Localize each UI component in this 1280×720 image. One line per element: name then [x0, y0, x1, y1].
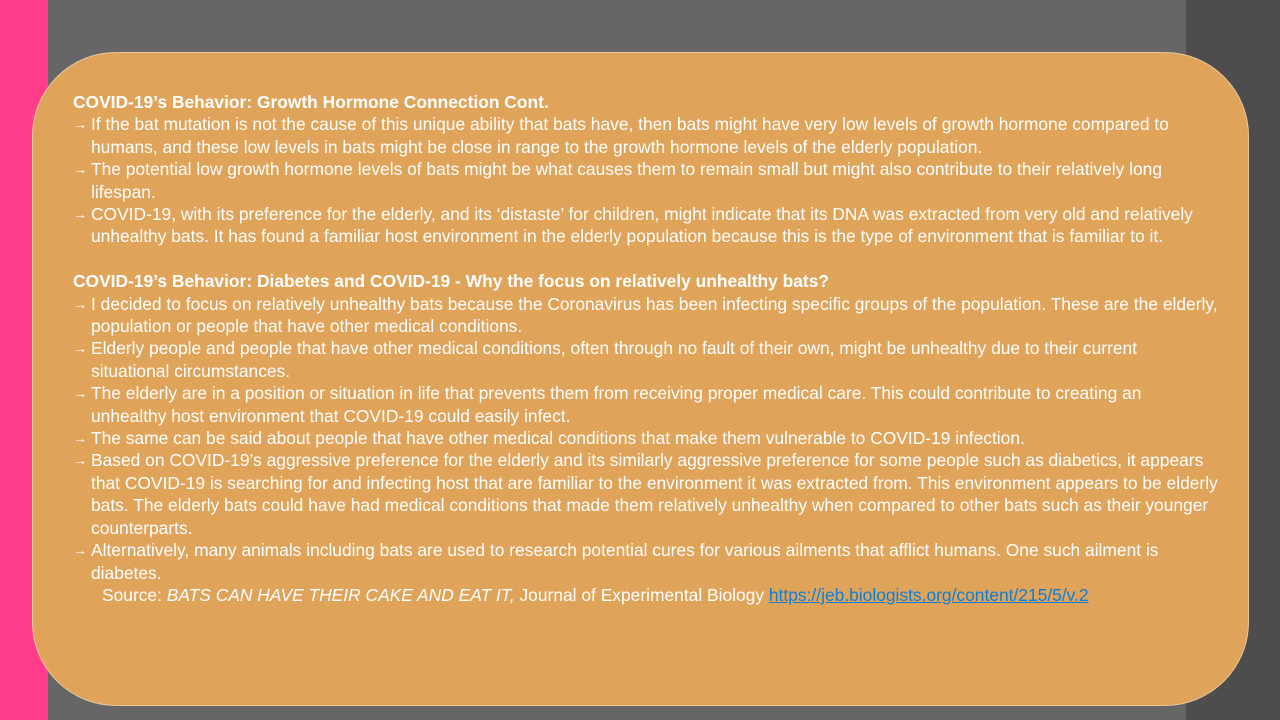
source-journal: Journal of Experimental Biology	[514, 584, 769, 605]
list-item: → Alternatively, many animals including …	[73, 539, 1218, 584]
section-heading-growth-hormone: COVID-19’s Behavior: Growth Hormone Conn…	[73, 92, 549, 112]
list-item-text: If the bat mutation is not the cause of …	[91, 114, 1169, 157]
source-prefix: Source:	[102, 584, 167, 605]
arrow-bullet-icon: →	[73, 430, 87, 447]
list-item-text: Based on COVID-19’s aggressive preferenc…	[91, 450, 1218, 538]
slide-content: COVID-19’s Behavior: Growth Hormone Conn…	[73, 91, 1218, 606]
arrow-bullet-icon: →	[73, 542, 87, 559]
list-item-text: I decided to focus on relatively unhealt…	[91, 293, 1218, 337]
list-item-text: The potential low growth hormone levels …	[91, 159, 1163, 202]
source-link[interactable]: https://jeb.biologists.org/content/215/5…	[769, 585, 1089, 605]
arrow-bullet-icon: →	[73, 206, 87, 223]
source-title: BATS CAN HAVE THEIR CAKE AND EAT IT,	[166, 584, 515, 605]
list-item-text: Elderly people and people that have othe…	[91, 338, 1138, 381]
source-citation: Source: BATS CAN HAVE THEIR CAKE AND EAT…	[73, 584, 1218, 606]
list-item-text: The same can be said about people that h…	[91, 428, 1025, 449]
arrow-bullet-icon: →	[73, 295, 87, 312]
list-item-text: The elderly are in a position or situati…	[91, 383, 1142, 426]
list-item: → Elderly people and people that have ot…	[73, 337, 1218, 382]
list-item: → The potential low growth hormone level…	[73, 158, 1218, 203]
section-heading-diabetes: COVID-19’s Behavior: Diabetes and COVID-…	[73, 271, 830, 292]
list-item-text: Alternatively, many animals including ba…	[91, 540, 1159, 583]
list-item: → COVID-19, with its preference for the …	[73, 203, 1218, 248]
list-item: → I decided to focus on relatively unhea…	[73, 293, 1218, 338]
list-item-text: COVID-19, with its preference for the el…	[91, 204, 1193, 247]
arrow-bullet-icon: →	[73, 452, 87, 469]
list-item: → The elderly are in a position or situa…	[73, 382, 1218, 427]
list-item: → If the bat mutation is not the cause o…	[73, 113, 1218, 158]
list-item: → The same can be said about people that…	[73, 427, 1218, 449]
arrow-bullet-icon: →	[73, 116, 87, 133]
arrow-bullet-icon: →	[73, 385, 87, 402]
arrow-bullet-icon: →	[73, 161, 87, 178]
list-item: → Based on COVID-19’s aggressive prefere…	[73, 449, 1218, 539]
arrow-bullet-icon: →	[73, 340, 87, 357]
